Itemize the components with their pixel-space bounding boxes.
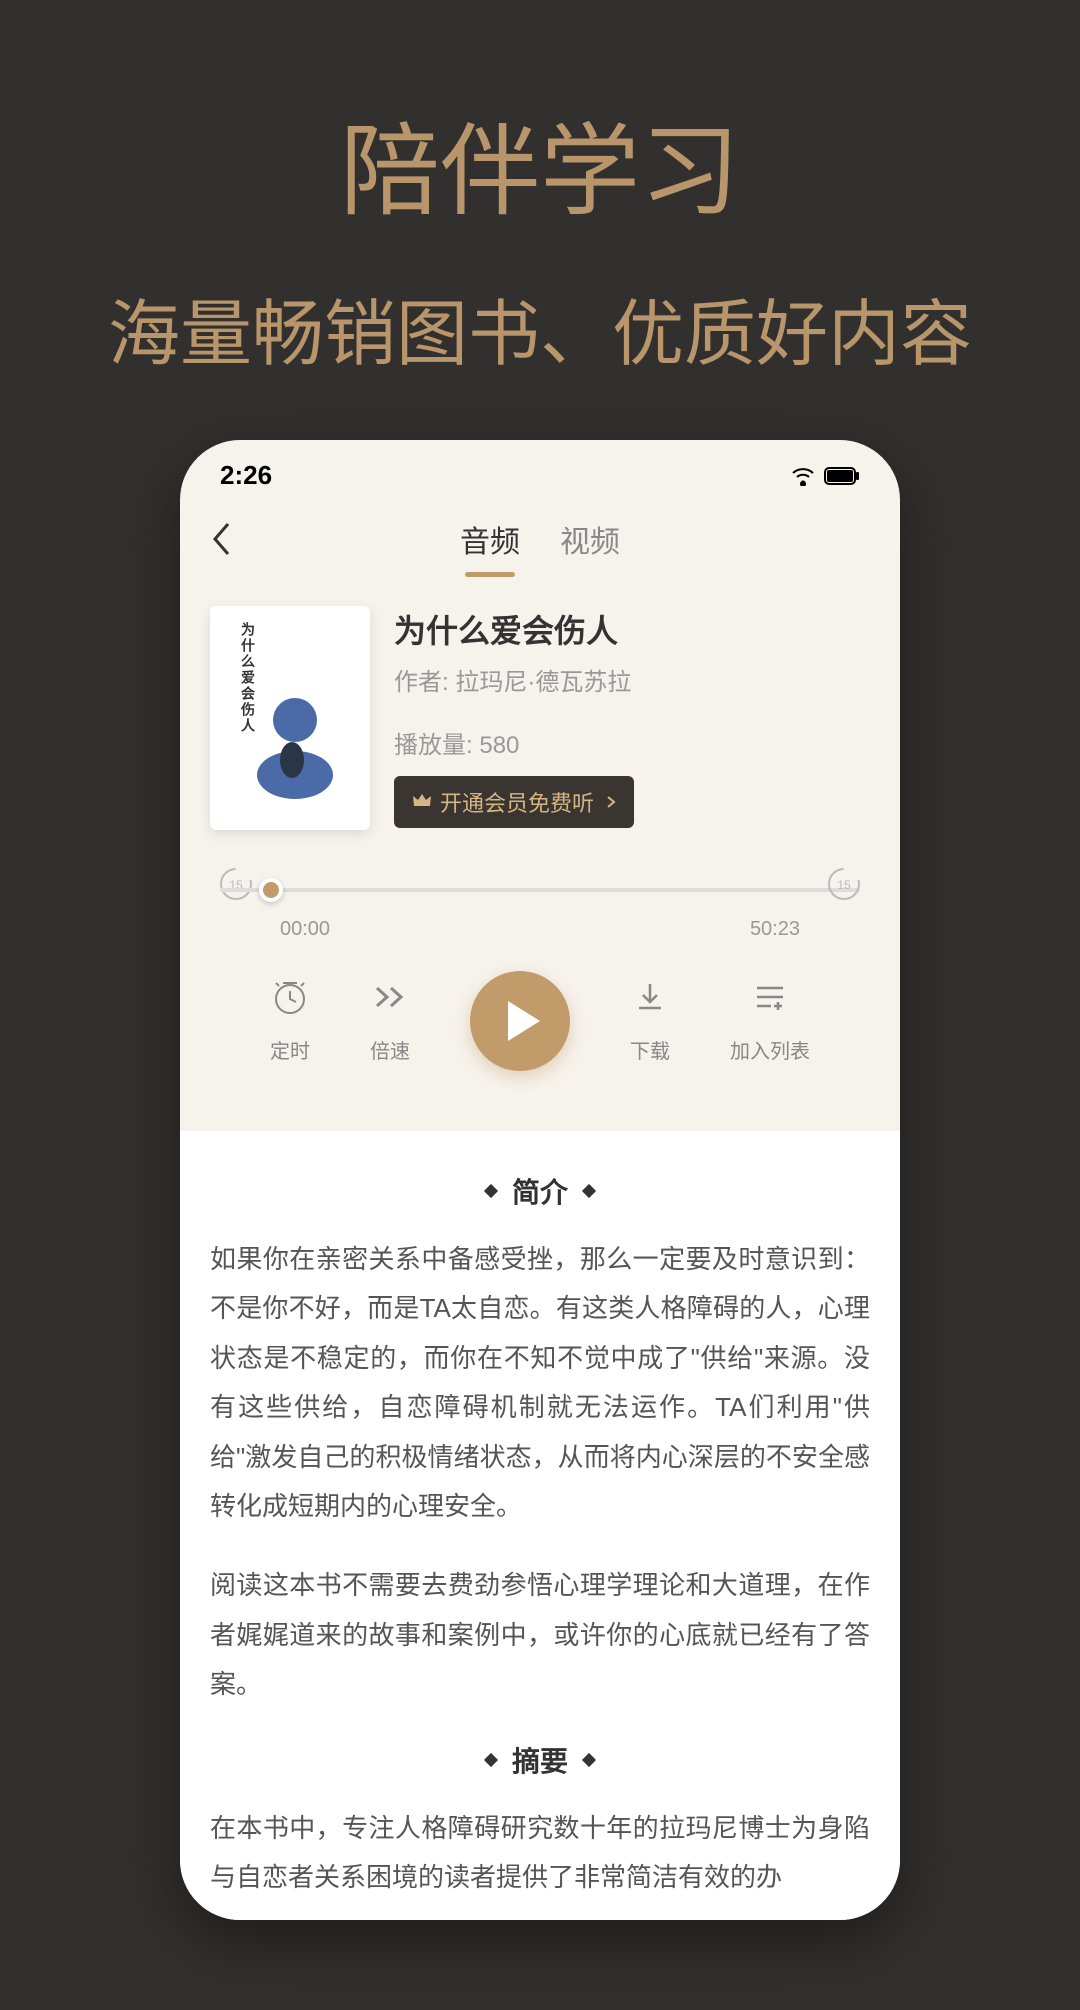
- abstract-title: 摘要: [512, 1740, 568, 1780]
- diamond-icon: [484, 1752, 498, 1766]
- crown-icon: [412, 791, 432, 814]
- author-label: 作者:: [394, 669, 449, 696]
- download-label: 下载: [630, 1035, 670, 1064]
- player-controls: 定时 倍速 下载 加入列表: [220, 941, 860, 1101]
- book-author: 作者: 拉玛尼·德瓦苏拉: [394, 662, 870, 697]
- total-time: 50:23: [750, 918, 800, 941]
- progress-track[interactable]: [220, 888, 860, 892]
- progress-bar[interactable]: 15 15: [220, 870, 860, 910]
- status-icons: [790, 466, 860, 486]
- abstract-paragraph-1: 在本书中，专注人格障碍研究数十年的拉玛尼博士为身陷与自恋者关系困境的读者提供了非…: [210, 1804, 870, 1903]
- time-labels: 00:00 50:23: [220, 918, 860, 941]
- svg-text:15: 15: [837, 878, 851, 892]
- intro-paragraph-2: 阅读这本书不需要去费劲参悟心理学理论和大道理，在作者娓娓道来的故事和案例中，或许…: [210, 1561, 870, 1709]
- speed-label: 倍速: [370, 1035, 410, 1064]
- speed-button[interactable]: 倍速: [370, 978, 410, 1064]
- vip-badge[interactable]: 开通会员免费听: [394, 776, 634, 828]
- nav-bar: 音频 视频: [180, 501, 900, 586]
- chevron-left-icon: [210, 521, 232, 557]
- status-time: 2:26: [220, 460, 272, 491]
- skip-back-button[interactable]: 15: [216, 864, 256, 904]
- skip-forward-icon: 15: [825, 865, 863, 903]
- vip-text: 开通会员免费听: [440, 786, 594, 818]
- book-section: 为什么爱会伤人 为什么爱会伤人 作者: 拉玛尼·德瓦苏拉 播放量: 580 开: [180, 586, 900, 850]
- abstract-header: 摘要: [210, 1740, 870, 1780]
- book-cover[interactable]: 为什么爱会伤人: [210, 606, 370, 830]
- chevron-right-icon: [606, 789, 616, 815]
- progress-handle[interactable]: [259, 878, 283, 902]
- promo-title: 陪伴学习: [0, 90, 1080, 235]
- book-info: 为什么爱会伤人 作者: 拉玛尼·德瓦苏拉 播放量: 580 开通会员免费听: [394, 606, 870, 830]
- tab-video[interactable]: 视频: [560, 517, 620, 571]
- plays-label: 播放量:: [394, 732, 473, 759]
- skip-forward-button[interactable]: 15: [824, 864, 864, 904]
- content-section: 简介 如果你在亲密关系中备感受挫，那么一定要及时意识到：不是你不好，而是TA太自…: [180, 1131, 900, 1920]
- book-plays: 播放量: 580: [394, 725, 870, 760]
- playlist-icon: [751, 978, 789, 1025]
- clock-icon: [271, 978, 309, 1025]
- diamond-icon: [484, 1184, 498, 1198]
- promo-subtitle: 海量畅销图书、优质好内容: [0, 275, 1080, 380]
- current-time: 00:00: [280, 918, 330, 941]
- cover-figure-icon: [250, 690, 340, 800]
- timer-button[interactable]: 定时: [270, 978, 310, 1064]
- author-name: 拉玛尼·德瓦苏拉: [455, 669, 631, 696]
- timer-label: 定时: [270, 1035, 310, 1064]
- tabs: 音频 视频: [460, 517, 620, 571]
- intro-header: 简介: [210, 1171, 870, 1211]
- download-button[interactable]: 下载: [630, 978, 670, 1064]
- player-section: 15 15 00:00 50:23 定时: [180, 850, 900, 1131]
- speed-icon: [371, 978, 409, 1025]
- battery-icon: [824, 467, 860, 485]
- play-button[interactable]: [470, 971, 570, 1071]
- intro-paragraph-1: 如果你在亲密关系中备感受挫，那么一定要及时意识到：不是你不好，而是TA太自恋。有…: [210, 1235, 870, 1531]
- wifi-icon: [790, 466, 816, 486]
- download-icon: [631, 978, 669, 1025]
- back-button[interactable]: [210, 521, 232, 566]
- skip-back-icon: 15: [217, 865, 255, 903]
- playlist-button[interactable]: 加入列表: [730, 978, 810, 1064]
- play-icon: [508, 1001, 540, 1041]
- diamond-icon: [582, 1184, 596, 1198]
- status-bar: 2:26: [180, 440, 900, 501]
- phone-frame: 2:26 音频 视频 为什么爱会伤人 为什么爱会伤人 作者: 拉: [180, 440, 900, 1920]
- plays-count: 580: [479, 732, 519, 759]
- diamond-icon: [582, 1752, 596, 1766]
- book-title: 为什么爱会伤人: [394, 606, 870, 652]
- playlist-label: 加入列表: [730, 1035, 810, 1064]
- tab-audio[interactable]: 音频: [460, 517, 520, 571]
- intro-title: 简介: [512, 1171, 568, 1211]
